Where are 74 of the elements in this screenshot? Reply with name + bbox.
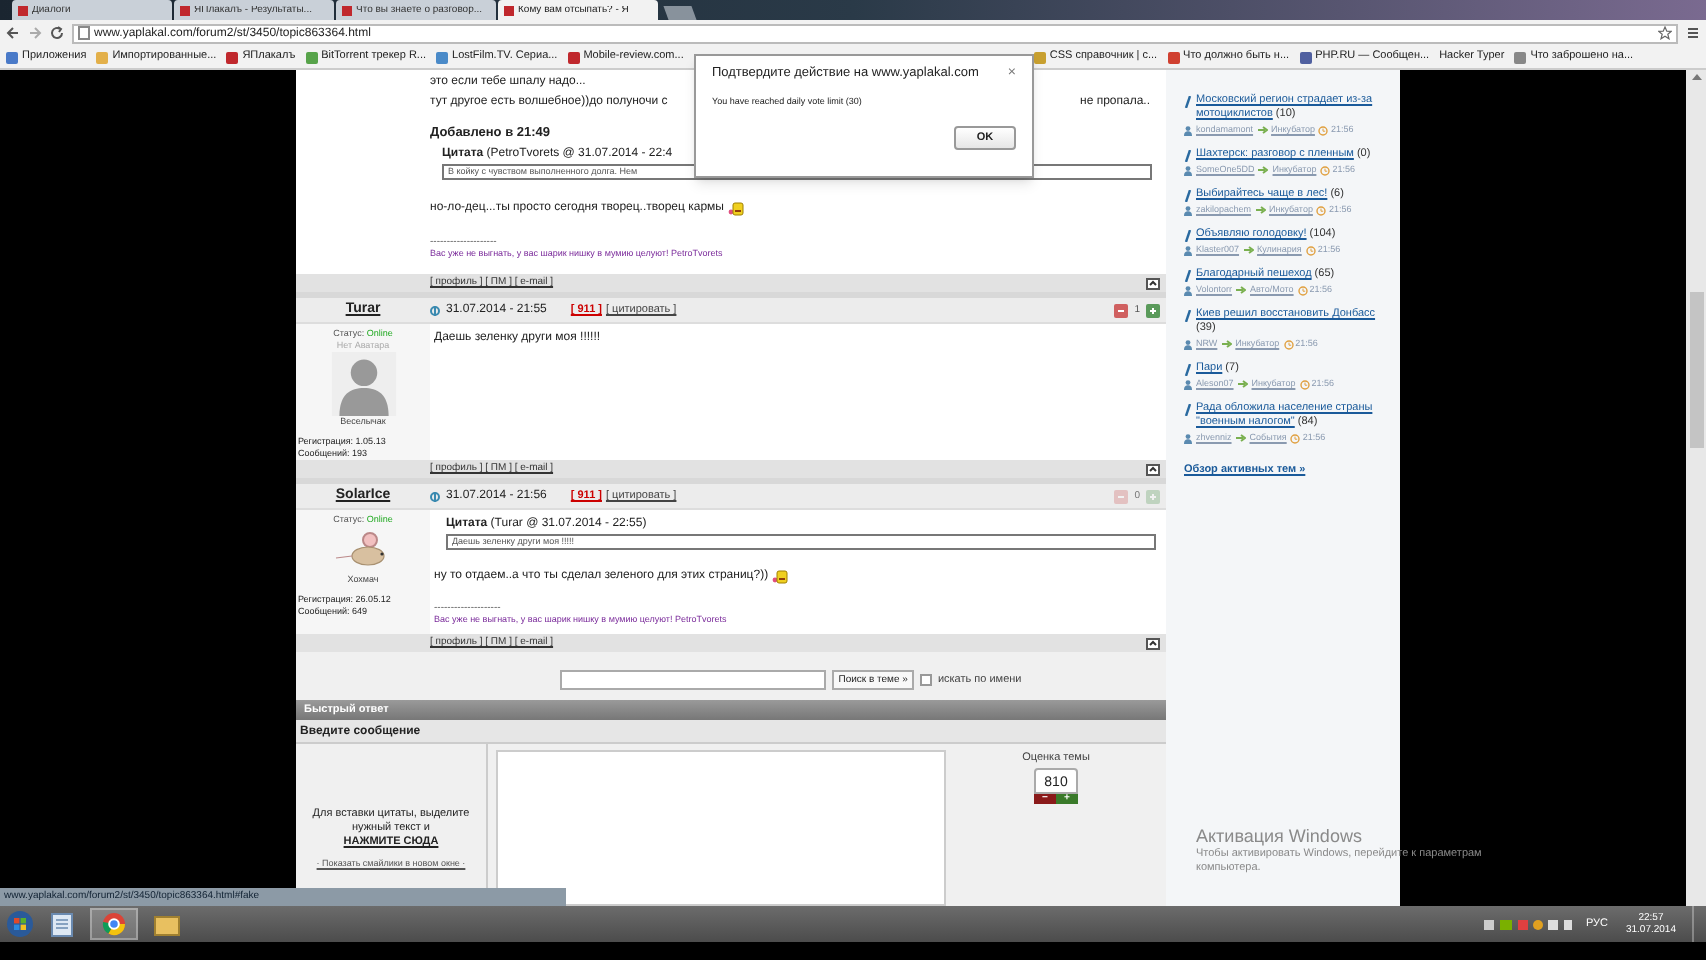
pin-icon [1184,364,1192,376]
post-link-icon [430,491,440,501]
folder-icon [154,913,180,935]
scroll-top-icon [1146,637,1160,649]
activation-title: Активация Windows [1196,826,1364,848]
user-icon [1184,433,1192,443]
scrollbar-thumb[interactable] [1689,292,1703,448]
arrow-icon [1237,380,1248,388]
favicon-icon [180,5,190,15]
arrow-icon [1235,434,1246,442]
clock-icon [1299,379,1310,389]
new-tab-button[interactable] [663,6,697,20]
user-icon [1184,285,1192,295]
forward-icon [28,26,42,40]
clock-icon [1305,245,1316,255]
pin-icon [1184,150,1192,162]
pin-icon [1184,190,1192,202]
clock-icon [1297,285,1308,295]
user-icon [1184,165,1192,175]
bookmark-icon [96,51,109,63]
clock-icon [1283,339,1294,349]
checkbox[interactable] [919,674,932,686]
clock-icon [1318,125,1329,135]
arrow-icon [1236,286,1247,294]
favicon-icon [504,5,514,15]
user-icon [1184,245,1192,255]
pin-icon [1184,404,1192,416]
arrow-icon [1221,340,1232,348]
favicon-icon [342,5,352,15]
arrow-icon [1257,126,1268,134]
scroll-top-icon [1146,463,1160,475]
start-icon [6,910,34,938]
bookmark-icon [6,51,18,63]
explorer-icon [50,911,74,937]
bookmark-icon [1299,51,1312,63]
smiley-icon [728,201,744,215]
arrow-icon [1255,206,1266,214]
user-icon [1184,125,1192,135]
user-icon [1184,339,1192,349]
user-icon [1184,379,1192,389]
star-icon [1658,26,1672,40]
avatar-silhouette [329,352,397,417]
show-desktop-button[interactable] [1692,906,1700,942]
clock-icon [1316,205,1327,215]
smiley-icon [772,569,789,583]
bookmark-icon [567,51,580,63]
tray-icons [1483,917,1572,931]
message-field[interactable] [496,750,946,906]
user-icon [1184,205,1192,215]
favicon-icon [18,5,28,15]
pin-icon [1184,270,1192,282]
scroll-top-icon [1146,277,1160,289]
pin-icon [1184,230,1192,242]
bookmark-icon [1514,51,1527,63]
reload-icon [50,26,64,40]
scrollbar[interactable] [1686,70,1706,906]
clock-icon [1320,165,1331,175]
bookmark-icon [436,51,449,63]
arrow-icon [1258,166,1269,174]
search-field[interactable] [560,670,827,690]
browser-icon [102,912,126,936]
page-icon [78,26,90,40]
bookmark-icon [1167,51,1180,63]
back-icon [6,26,20,40]
scroll-up-icon [1691,74,1701,80]
bookmark-icon [226,51,239,63]
post-link-icon [430,305,440,315]
taskbar-button[interactable] [90,908,138,940]
menu-icon [1686,26,1700,40]
pin-icon [1184,310,1192,322]
pin-icon [1184,96,1192,108]
bookmark-icon [305,51,318,63]
clock-icon [1290,433,1301,443]
arrow-icon [1243,246,1254,254]
